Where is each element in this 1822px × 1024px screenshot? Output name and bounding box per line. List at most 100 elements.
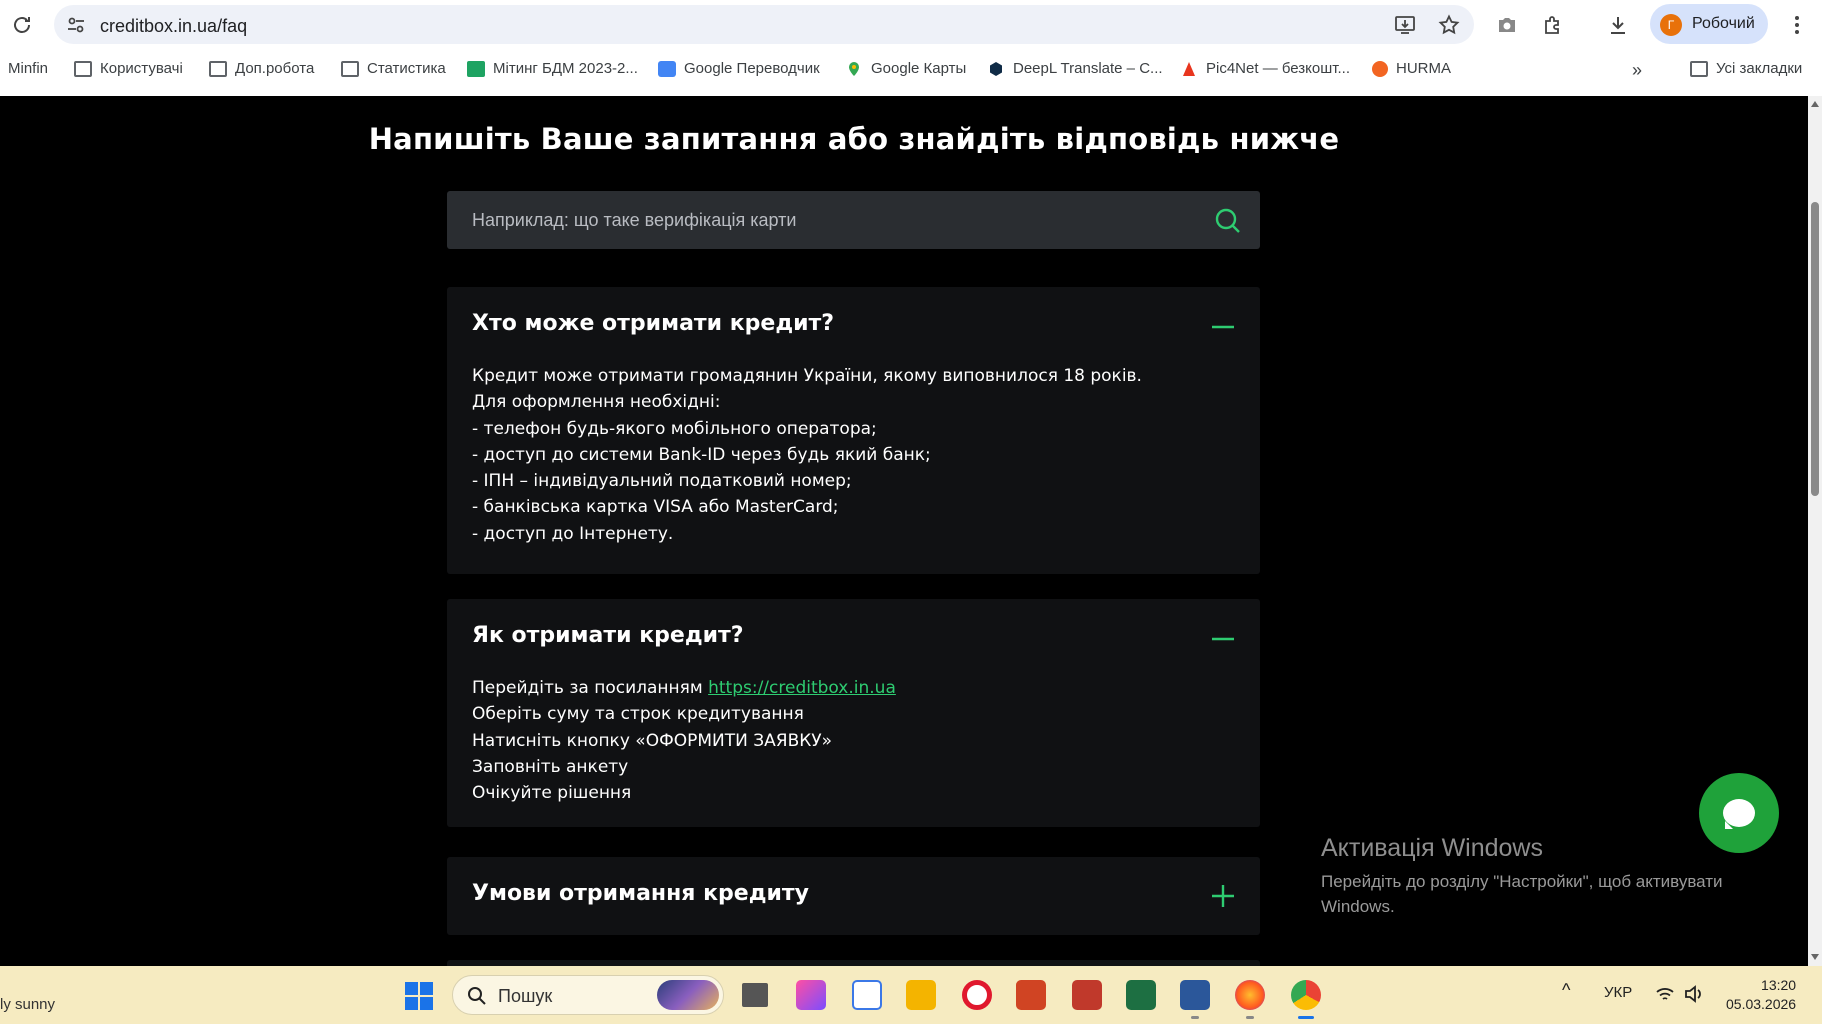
- bookmark-label: Google Карты: [871, 60, 967, 77]
- taskbar-search-label: Пошук: [498, 986, 553, 1006]
- answer-line: - доступ до системи Bank-ID через будь я…: [472, 444, 931, 465]
- bookmark-hurma[interactable]: HURMA: [1372, 60, 1451, 77]
- page-scrollbar[interactable]: [1808, 96, 1822, 966]
- clock-date: 05.03.2026: [1726, 996, 1797, 1012]
- bookmark-users-folder[interactable]: Користувачі: [74, 60, 183, 77]
- wifi-icon[interactable]: [1655, 985, 1675, 1003]
- bookmark-label: Усі закладки: [1716, 60, 1803, 77]
- folder-icon: [1690, 60, 1708, 77]
- expand-plus-icon[interactable]: [1211, 884, 1235, 908]
- taskbar-search[interactable]: Пошук: [452, 975, 724, 1015]
- extensions-icon[interactable]: [1541, 13, 1565, 37]
- camera-icon[interactable]: [1495, 13, 1519, 37]
- sheets-icon: [467, 60, 485, 77]
- language-indicator[interactable]: УКР: [1604, 984, 1632, 1001]
- opera-icon[interactable]: [962, 980, 992, 1010]
- bookmark-extra-work-folder[interactable]: Доп.робота: [209, 60, 314, 77]
- downloads-icon[interactable]: [1606, 13, 1630, 37]
- bookmark-deepl[interactable]: DeepL Translate – C...: [987, 60, 1163, 77]
- snipping-tool-icon[interactable]: [852, 980, 882, 1010]
- word-icon[interactable]: [1180, 980, 1210, 1010]
- faq-page: Напишіть Ваше запитання або знайдіть від…: [0, 96, 1808, 966]
- faq-item-how-to-get-credit: Як отримати кредит? Перейдіть за посилан…: [447, 599, 1260, 827]
- chrome-icon[interactable]: [1291, 980, 1321, 1010]
- active-indicator: [1298, 1016, 1314, 1019]
- faq-question[interactable]: Умови отримання кредиту: [472, 881, 809, 906]
- maps-pin-icon: [849, 61, 859, 76]
- tray-chevron-up-icon[interactable]: ^: [1562, 980, 1570, 1001]
- excel-icon[interactable]: [1126, 980, 1156, 1010]
- bookmark-google-translate[interactable]: Google Переводчик: [658, 60, 820, 77]
- running-indicator: [1246, 1016, 1254, 1019]
- browser-toolbar: creditbox.in.ua/faq Г Робочий: [0, 0, 1822, 50]
- bookmark-label: Pic4Net — безкошт...: [1206, 60, 1350, 77]
- folder-icon: [341, 60, 359, 77]
- collapse-minus-icon[interactable]: [1211, 315, 1235, 339]
- scroll-up-arrow-icon[interactable]: [1811, 101, 1819, 107]
- weather-widget[interactable]: ly sunny: [0, 996, 55, 1013]
- folder-icon: [74, 60, 92, 77]
- firefox-icon[interactable]: [1235, 980, 1265, 1010]
- answer-line: Кредит може отримати громадянин України,…: [472, 366, 1142, 386]
- bookmark-label: Google Переводчик: [684, 60, 820, 77]
- bookmark-label: Доп.робота: [235, 60, 315, 77]
- bookmark-google-maps[interactable]: Google Карты: [845, 60, 966, 77]
- task-view-icon[interactable]: [742, 983, 768, 1007]
- activation-text: Перейдіть до розділу "Настройки", щоб ак…: [1321, 872, 1723, 916]
- faq-question[interactable]: Як отримати кредит?: [472, 623, 744, 648]
- faq-question[interactable]: Хто може отримати кредит?: [472, 311, 834, 336]
- chat-bubble-icon: [1723, 799, 1755, 829]
- creditbox-link[interactable]: https://creditbox.in.ua: [708, 678, 896, 698]
- all-bookmarks-folder[interactable]: Усі закладки: [1690, 60, 1802, 77]
- windows-start-icon[interactable]: [405, 982, 433, 1010]
- install-app-icon[interactable]: [1394, 14, 1416, 36]
- bookmark-minfin[interactable]: Minfin: [8, 60, 48, 77]
- page-title: Напишіть Ваше запитання або знайдіть від…: [368, 122, 1340, 156]
- address-bar[interactable]: creditbox.in.ua/faq: [54, 5, 1474, 44]
- menu-kebab-icon[interactable]: [1788, 13, 1806, 37]
- address-bar-actions: [1394, 14, 1460, 36]
- answer-line: - доступ до Інтернету.: [472, 523, 674, 544]
- bookmark-star-icon[interactable]: [1438, 14, 1460, 36]
- collapse-minus-icon[interactable]: [1211, 627, 1235, 651]
- faq-answer: Перейдіть за посиланням https://creditbo…: [472, 675, 896, 806]
- volume-icon[interactable]: [1684, 985, 1704, 1003]
- bookmark-label: Мітинг БДМ 2023-2...: [493, 60, 638, 77]
- avatar: Г: [1660, 14, 1682, 36]
- bookmark-label: Minfin: [8, 60, 49, 77]
- url-text[interactable]: creditbox.in.ua/faq: [100, 16, 247, 37]
- photos-app-icon[interactable]: [796, 980, 826, 1010]
- faq-item-credit-conditions[interactable]: Умови отримання кредиту: [447, 857, 1260, 935]
- bookmark-meeting-sheet[interactable]: Мітинг БДМ 2023-2...: [467, 60, 638, 77]
- bookmark-label: HURMA: [1396, 60, 1451, 77]
- pic4net-icon: [1183, 61, 1195, 76]
- pdf-app-icon[interactable]: [1072, 980, 1102, 1010]
- windows-activation-watermark: Активація Windows Перейдіть до розділу "…: [1321, 834, 1781, 919]
- hurma-icon: [1372, 60, 1388, 77]
- profile-button[interactable]: Г Робочий: [1650, 4, 1768, 44]
- more-bookmarks-chevron-icon[interactable]: »: [1632, 60, 1642, 81]
- answer-line: Натисніть кнопку «ОФОРМИТИ ЗАЯВКУ»: [472, 730, 833, 751]
- answer-line: - банківська картка VISA або MasterCard;: [472, 497, 839, 518]
- scroll-down-arrow-icon[interactable]: [1811, 954, 1819, 960]
- site-settings-icon[interactable]: [66, 15, 86, 35]
- faq-item-who-can-get-credit: Хто може отримати кредит? Кредит може от…: [447, 287, 1260, 574]
- bookmark-pic4net[interactable]: Pic4Net — безкошт...: [1180, 60, 1350, 77]
- answer-line: - телефон будь-якого мобільного оператор…: [472, 418, 877, 439]
- search-icon[interactable]: [1214, 207, 1242, 235]
- faq-search-input[interactable]: [447, 191, 1187, 249]
- file-explorer-icon[interactable]: [906, 980, 936, 1010]
- answer-line: Для оформлення необхідні:: [472, 392, 721, 413]
- answer-line: Очікуйте рішення: [472, 783, 632, 804]
- bookmark-label: Користувачі: [100, 60, 183, 77]
- search-icon: [468, 987, 486, 1005]
- browser-chrome: creditbox.in.ua/faq Г Робочий Minfin Кор…: [0, 0, 1822, 96]
- bookmark-statistics-folder[interactable]: Статистика: [341, 60, 446, 77]
- reload-icon[interactable]: [10, 13, 34, 37]
- scrollbar-thumb[interactable]: [1811, 202, 1819, 496]
- answer-line: Оберіть суму та строк кредитування: [472, 704, 804, 725]
- powerpoint-icon[interactable]: [1016, 980, 1046, 1010]
- system-clock[interactable]: 13:20 05.03.2026: [1726, 976, 1796, 1014]
- translate-icon: [658, 60, 676, 77]
- clock-time: 13:20: [1761, 977, 1797, 993]
